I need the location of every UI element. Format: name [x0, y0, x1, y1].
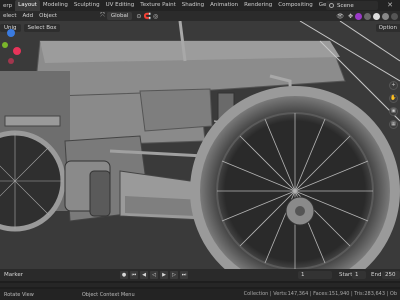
tab-sculpting[interactable]: Sculpting [71, 0, 103, 11]
tab-shading[interactable]: Shading [179, 0, 207, 11]
tab-modeling[interactable]: Modeling [40, 0, 71, 11]
tab-layout[interactable]: Layout [15, 0, 40, 11]
tab-animation[interactable]: Animation [207, 0, 241, 11]
navigation-gizmo[interactable] [0, 21, 22, 69]
mouse-hint-rotate: Rotate View [4, 291, 34, 298]
next-key-icon[interactable]: ▷ [170, 271, 178, 279]
pivot-icon[interactable]: ⊙ [136, 13, 141, 20]
play-icon[interactable]: ▶ [160, 271, 168, 279]
mouse-hint-context: Object Context Menu [81, 291, 135, 298]
marker-menu[interactable]: Marker [0, 272, 60, 278]
playback-controls: ● ⏮ ◀ ◁ ▶ ▷ ⏭ [120, 271, 188, 279]
neg-x-axis-icon [8, 58, 14, 64]
perspective-toggle-icon[interactable]: ▦ [389, 120, 398, 129]
close-scene-icon[interactable]: ✕ [383, 1, 397, 10]
prev-key-icon[interactable]: ◀ [140, 271, 148, 279]
current-frame-field[interactable]: 1 [298, 271, 332, 279]
material-shading-icon[interactable] [382, 12, 389, 20]
3d-viewport[interactable]: Unig Select Box Option + ✋ ▣ ▦ [0, 21, 400, 269]
options-button[interactable]: Option [375, 24, 400, 32]
visibility-icon[interactable]: 👁 [336, 13, 344, 20]
menu-add[interactable]: Add [19, 13, 36, 19]
workspace-tab-bar: erp Layout Modeling Sculpting UV Editing… [0, 0, 400, 11]
jump-end-icon[interactable]: ⏭ [180, 271, 188, 279]
scene-selector[interactable]: Scene [326, 1, 378, 10]
start-label: Start [339, 272, 353, 278]
snap-icon[interactable]: 🧲 [143, 13, 150, 20]
viewport-nav-tools: + ✋ ▣ ▦ [389, 81, 398, 129]
menu-object[interactable]: Object [36, 13, 60, 19]
scene-statistics: Collection | Verts:147,364 | Faces:151,9… [243, 291, 397, 297]
transform-orientation-dropdown[interactable]: Global [106, 12, 133, 20]
play-reverse-icon[interactable]: ◁ [150, 271, 158, 279]
motorcycle-model-render [0, 21, 400, 269]
proportional-edit-icon[interactable]: ◎ [153, 13, 158, 20]
camera-view-icon[interactable]: ▣ [389, 107, 398, 116]
transform-orientation-icon[interactable]: ⤧ [100, 12, 105, 20]
rendered-shading-icon[interactable] [391, 12, 398, 20]
tab-compositing[interactable]: Compositing [275, 0, 315, 11]
pan-icon[interactable]: ✋ [389, 94, 398, 103]
tab-uv-editing[interactable]: UV Editing [103, 0, 138, 11]
record-icon[interactable]: ● [120, 271, 128, 279]
end-frame-field[interactable]: 250 [382, 271, 400, 279]
solid-shading-icon[interactable] [373, 12, 380, 20]
overlay-icon[interactable] [355, 12, 362, 20]
status-bar: Rotate View Object Context Menu Collecti… [0, 289, 400, 300]
menu-select[interactable]: elect [0, 13, 19, 19]
tab-texture-paint[interactable]: Texture Paint [137, 0, 179, 11]
scene-icon [329, 3, 334, 8]
start-frame-field[interactable]: 1 [352, 271, 366, 279]
z-axis-icon [7, 29, 15, 37]
viewport-header: elect Add Object ⤧ Global ⊙ 🧲 ◎ 👁 ✥ [0, 11, 400, 21]
y-axis-icon [2, 42, 8, 48]
zoom-icon[interactable]: + [389, 81, 398, 90]
select-box-dropdown[interactable]: Select Box [23, 24, 61, 32]
xray-icon[interactable] [364, 12, 371, 20]
x-axis-icon [13, 47, 21, 55]
timeline-scrubber[interactable] [0, 281, 400, 289]
end-label: End [371, 272, 382, 278]
timeline-header: Marker ● ⏮ ◀ ◁ ▶ ▷ ⏭ 1 Start 1 End 250 [0, 269, 400, 281]
menu-help[interactable]: erp [0, 3, 15, 9]
gizmo-toggle-icon[interactable]: ✥ [348, 13, 353, 20]
jump-start-icon[interactable]: ⏮ [130, 271, 138, 279]
tab-rendering[interactable]: Rendering [241, 0, 275, 11]
scene-name: Scene [337, 2, 354, 9]
